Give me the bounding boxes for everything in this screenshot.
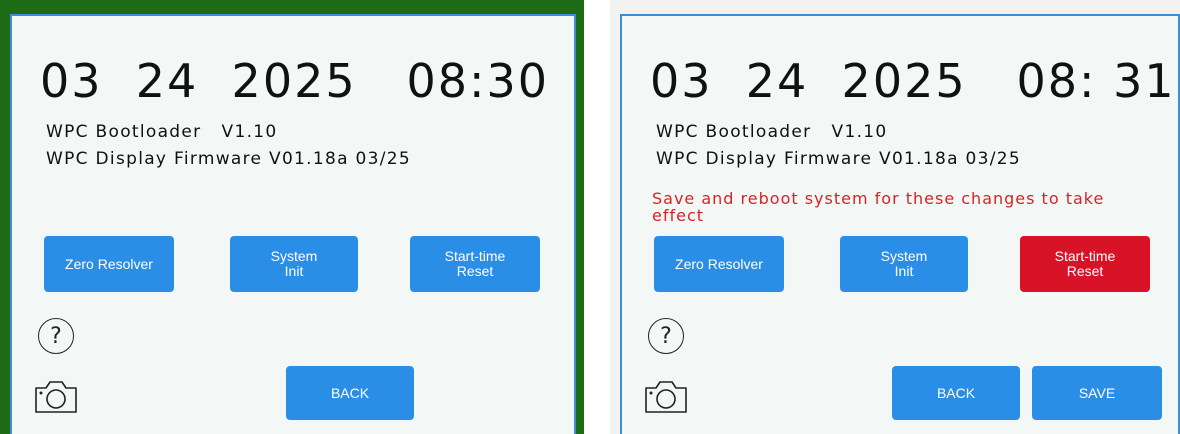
back-label: BACK [936, 384, 976, 401]
system-init-label-line2: Init [284, 263, 304, 279]
save-label: SAVE [1078, 384, 1116, 401]
system-init-label-line1: System [270, 248, 318, 264]
camera-icon[interactable] [32, 376, 80, 416]
bootloader-version: WPC Bootloader V1.10 [656, 122, 888, 142]
reboot-warning-message: Save and reboot system for these changes… [652, 189, 1105, 225]
help-icon[interactable]: ? [648, 318, 684, 354]
start-time-reset-label-line1: Start-time [1054, 248, 1116, 264]
zero-resolver-button[interactable]: Zero Resolver [44, 236, 174, 292]
system-init-label-line2: Init [894, 263, 914, 279]
start-time-reset-button[interactable]: Start-time Reset [410, 236, 540, 292]
start-time-reset-label-line1: Start-time [444, 248, 506, 264]
system-init-label-line1: System [880, 248, 928, 264]
back-button[interactable]: BACK [892, 366, 1020, 420]
back-button[interactable]: BACK [286, 366, 414, 420]
back-label: BACK [330, 384, 370, 401]
help-icon[interactable]: ? [38, 318, 74, 354]
display-firmware-version: WPC Display Firmware V01.18a 03/25 [656, 149, 1022, 169]
help-icon-glyph: ? [50, 323, 62, 349]
display-firmware-version: WPC Display Firmware V01.18a 03/25 [46, 149, 412, 169]
system-init-button[interactable]: System Init [230, 236, 358, 292]
start-time-reset-label-line2: Reset [456, 263, 494, 279]
left-screenshot-panel: 03 24 2025 08:30 WPC Bootloader V1.10 WP… [0, 0, 584, 434]
date-time-display: 03 24 2025 08: 31 [650, 54, 1176, 108]
start-time-reset-button[interactable]: Start-time Reset [1020, 236, 1150, 292]
camera-icon[interactable] [642, 376, 690, 416]
zero-resolver-button[interactable]: Zero Resolver [654, 236, 784, 292]
device-screen-before: 03 24 2025 08:30 WPC Bootloader V1.10 WP… [10, 14, 576, 434]
device-screen-after: 03 24 2025 08: 31 WPC Bootloader V1.10 W… [620, 14, 1180, 434]
system-init-button[interactable]: System Init [840, 236, 968, 292]
right-screenshot-panel: 03 24 2025 08: 31 WPC Bootloader V1.10 W… [610, 0, 1180, 434]
bootloader-version: WPC Bootloader V1.10 [46, 122, 278, 142]
help-icon-glyph: ? [660, 323, 672, 349]
zero-resolver-label: Zero Resolver [65, 255, 153, 272]
date-time-display: 03 24 2025 08:30 [40, 54, 550, 108]
start-time-reset-label-line2: Reset [1066, 263, 1104, 279]
zero-resolver-label: Zero Resolver [675, 255, 763, 272]
save-button[interactable]: SAVE [1032, 366, 1162, 420]
